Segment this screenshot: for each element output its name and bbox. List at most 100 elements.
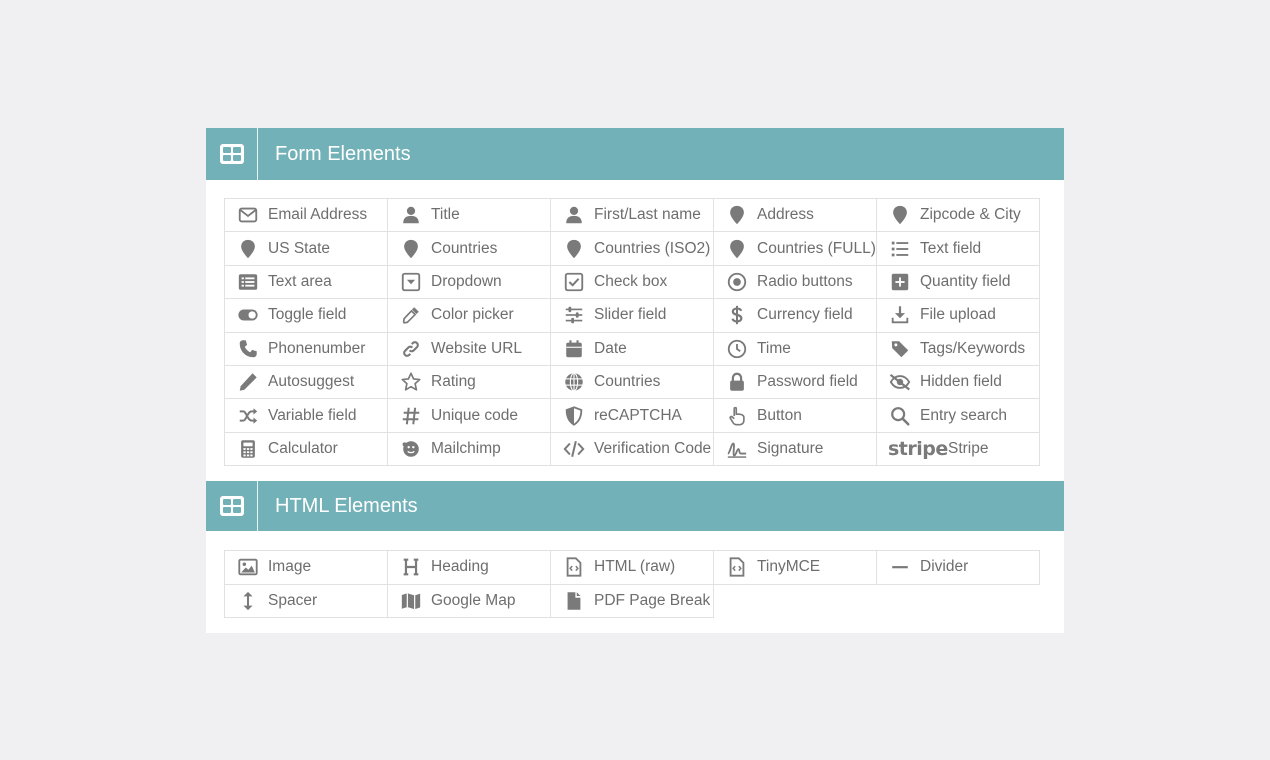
element-item-recaptcha[interactable]: reCAPTCHA <box>550 398 714 433</box>
star-icon <box>399 370 423 394</box>
element-item-verification-code[interactable]: Verification Code <box>550 431 714 467</box>
check-square-icon <box>562 270 586 294</box>
element-item-label: Button <box>757 406 802 424</box>
element-item-tinymce[interactable]: TinyMCE <box>713 550 877 585</box>
element-item-label: Slider field <box>594 306 667 324</box>
element-item-divider[interactable]: Divider <box>876 550 1040 585</box>
element-item-label: PDF Page Break <box>594 591 711 609</box>
element-item-us-state[interactable]: US State <box>224 231 388 266</box>
stripe-logo-text: stripe <box>888 437 948 460</box>
shield-icon <box>562 404 586 428</box>
element-item-google-map[interactable]: Google Map <box>387 583 551 618</box>
code-icon <box>562 437 586 461</box>
map-pin-icon <box>236 237 260 261</box>
element-item-label: Color picker <box>431 306 514 324</box>
element-item-label: US State <box>268 239 331 257</box>
element-item-slider-field[interactable]: Slider field <box>550 298 714 333</box>
element-item-button[interactable]: Button <box>713 398 877 433</box>
element-item-stripe[interactable]: stripe Stripe <box>876 431 1040 467</box>
search-icon <box>888 404 912 428</box>
element-item-label: Zipcode & City <box>920 206 1021 224</box>
element-item-label: Website URL <box>431 339 523 357</box>
clock-icon <box>725 337 749 361</box>
eye-slash-icon <box>888 370 912 394</box>
element-item-label: Signature <box>757 439 824 457</box>
element-item-countries-iso2[interactable]: Countries (ISO2) <box>550 231 714 266</box>
element-item-check-box[interactable]: Check box <box>550 264 714 300</box>
element-item-unique-code[interactable]: Unique code <box>387 398 551 433</box>
element-item-label: Spacer <box>268 591 318 609</box>
element-item-spacer[interactable]: Spacer <box>224 583 388 618</box>
element-item-label: Hidden field <box>920 373 1002 391</box>
map-pin-icon <box>562 237 586 261</box>
element-item-countries-full[interactable]: Countries (FULL) <box>713 231 877 266</box>
element-item-mailchimp[interactable]: Mailchimp <box>387 431 551 467</box>
element-item-quantity-field[interactable]: Quantity field <box>876 264 1040 300</box>
element-item-label: File upload <box>920 306 996 324</box>
element-item-entry-search[interactable]: Entry search <box>876 398 1040 433</box>
element-item-toggle-field[interactable]: Toggle field <box>224 298 388 333</box>
lock-icon <box>725 370 749 394</box>
element-item-file-upload[interactable]: File upload <box>876 298 1040 333</box>
element-item-title[interactable]: Title <box>387 198 551 233</box>
element-item-heading[interactable]: Heading <box>387 550 551 585</box>
element-item-calculator[interactable]: Calculator <box>224 431 388 467</box>
html-elements-grid: Image Heading HTML (raw) TinyMCE Divider Spac… <box>224 550 1040 618</box>
element-item-zipcode-city[interactable]: Zipcode & City <box>876 198 1040 233</box>
html-elements-title: HTML Elements <box>275 494 418 517</box>
element-item-signature[interactable]: Signature <box>713 431 877 467</box>
element-item-pdf-page-break[interactable]: PDF Page Break <box>550 583 714 618</box>
element-item-label: Currency field <box>757 306 853 324</box>
element-item-label: Countries (ISO2) <box>594 239 711 257</box>
element-item-hidden-field[interactable]: Hidden field <box>876 364 1040 400</box>
element-item-label: Divider <box>920 558 969 576</box>
element-item-label: Verification Code <box>594 439 712 457</box>
element-item-color-picker[interactable]: Color picker <box>387 298 551 333</box>
plus-square-icon <box>888 270 912 294</box>
element-item-text-field[interactable]: Text field <box>876 231 1040 266</box>
element-item-address[interactable]: Address <box>713 198 877 233</box>
element-item-currency-field[interactable]: Currency field <box>713 298 877 333</box>
html-elements-header: HTML Elements <box>206 481 1064 531</box>
element-item-email-address[interactable]: Email Address <box>224 198 388 233</box>
file-code-icon <box>562 555 586 579</box>
element-item-label: Countries <box>594 373 661 391</box>
element-item-countries[interactable]: Countries <box>387 231 551 266</box>
random-icon <box>236 404 260 428</box>
element-item-autosuggest[interactable]: Autosuggest <box>224 364 388 400</box>
list-icon <box>888 237 912 261</box>
element-item-label: Quantity field <box>920 272 1011 290</box>
element-item-password-field[interactable]: Password field <box>713 364 877 400</box>
element-item-website-url[interactable]: Website URL <box>387 331 551 366</box>
element-item-image[interactable]: Image <box>224 550 388 585</box>
form-elements-header: Form Elements <box>206 128 1064 180</box>
element-item-label: Title <box>431 206 460 224</box>
heading-icon <box>399 555 423 579</box>
sliders-icon <box>562 303 586 327</box>
element-item-rating[interactable]: Rating <box>387 364 551 400</box>
element-item-variable-field[interactable]: Variable field <box>224 398 388 433</box>
element-item-label: Countries <box>431 239 498 257</box>
element-item-label: Toggle field <box>268 306 347 324</box>
hashtag-icon <box>399 404 423 428</box>
element-item-label: Stripe <box>948 439 989 457</box>
element-item-label: Phonenumber <box>268 339 366 357</box>
element-item-phonenumber[interactable]: Phonenumber <box>224 331 388 366</box>
element-item-date[interactable]: Date <box>550 331 714 366</box>
element-item-first-last-name[interactable]: First/Last name <box>550 198 714 233</box>
arrows-v-icon <box>236 589 260 613</box>
grid-icon <box>206 128 258 180</box>
signature-icon <box>725 437 749 461</box>
element-item-text-area[interactable]: Text area <box>224 264 388 300</box>
element-item-label: Heading <box>431 558 489 576</box>
element-item-label: Rating <box>431 373 476 391</box>
globe-icon <box>562 370 586 394</box>
element-item-radio-buttons[interactable]: Radio buttons <box>713 264 877 300</box>
element-item-html-raw[interactable]: HTML (raw) <box>550 550 714 585</box>
tag-icon <box>888 337 912 361</box>
element-item-countries[interactable]: Countries <box>550 364 714 400</box>
element-item-dropdown[interactable]: Dropdown <box>387 264 551 300</box>
element-item-time[interactable]: Time <box>713 331 877 366</box>
element-item-tags-keywords[interactable]: Tags/Keywords <box>876 331 1040 366</box>
map-pin-icon <box>399 237 423 261</box>
